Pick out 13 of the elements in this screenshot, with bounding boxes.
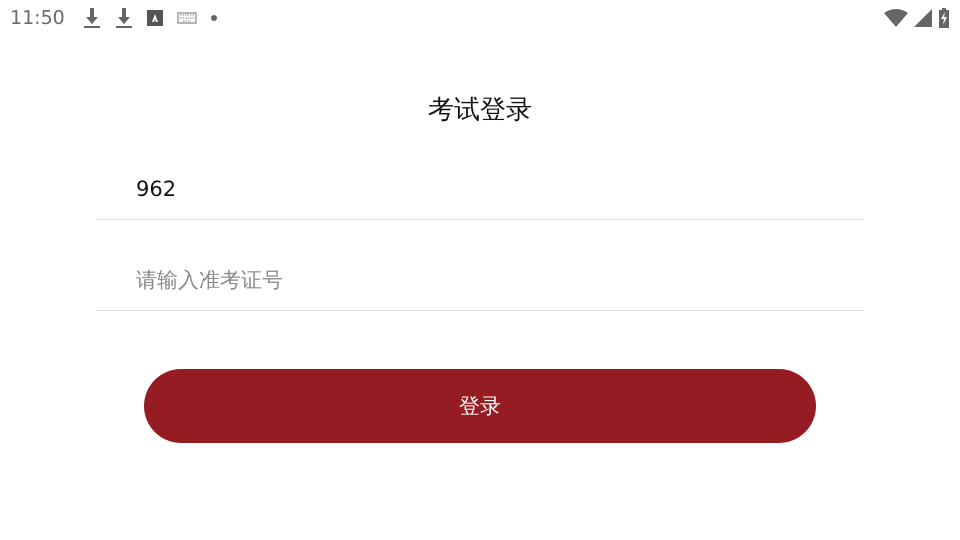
download-icon [114, 7, 133, 29]
wifi-icon [884, 9, 908, 27]
dot-icon [210, 15, 217, 21]
signal-icon [914, 9, 932, 27]
keyboard-square-icon [146, 10, 163, 26]
status-time: 11:50 [10, 7, 65, 29]
download-icon [82, 7, 101, 29]
input-field[interactable]: 请输入准考证号 [96, 250, 864, 310]
keyboard-icon [176, 12, 197, 24]
input-field[interactable]: 962 [96, 159, 864, 219]
page-title: 考试登录 [428, 94, 532, 127]
login-button[interactable]: 登录 [144, 369, 816, 443]
battery-icon [938, 8, 950, 28]
